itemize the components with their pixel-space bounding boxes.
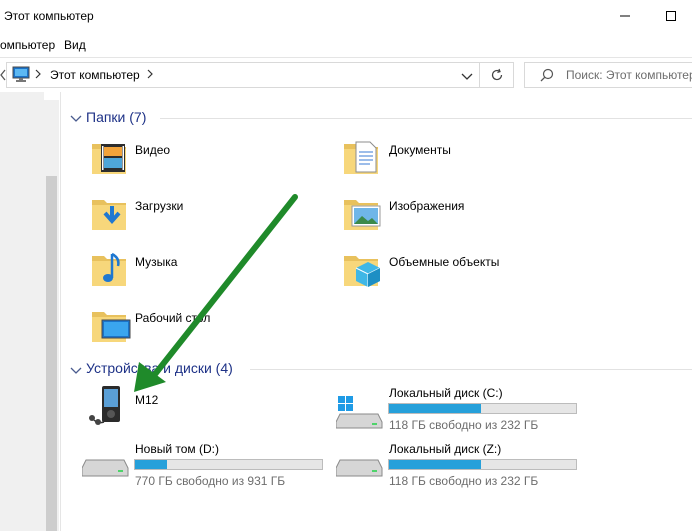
annotation-arrow [134,194,298,392]
